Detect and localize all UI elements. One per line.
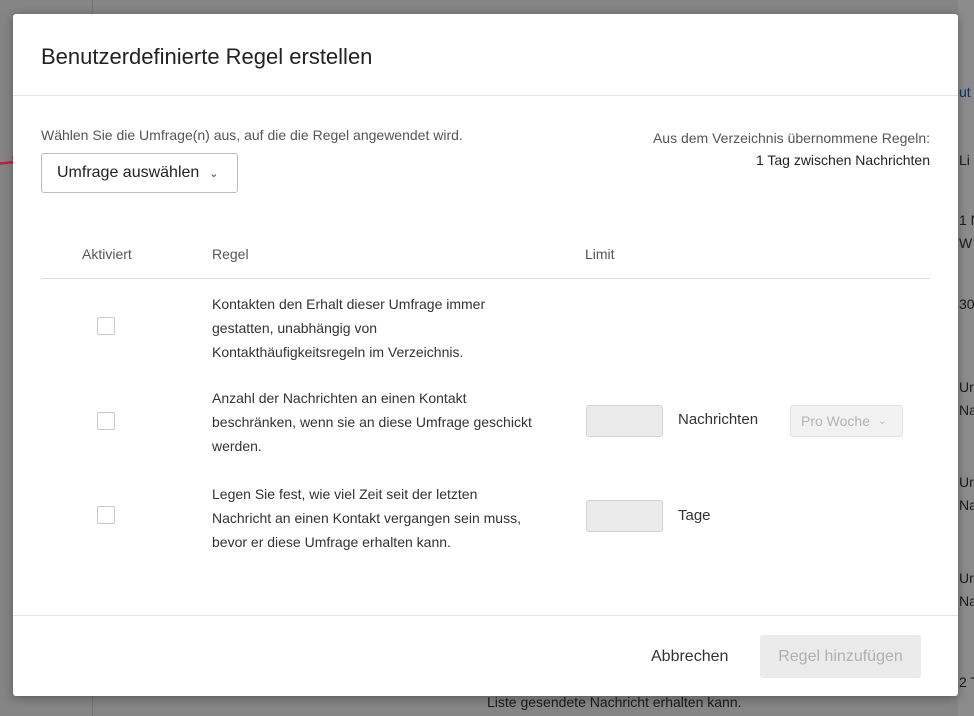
- chevron-down-icon: ⌄: [209, 167, 219, 180]
- survey-select-value: Umfrage auswählen: [57, 164, 200, 181]
- period-select-value: Pro Woche: [801, 413, 870, 429]
- rule-1-text: Kontakten den Erhalt dieser Umfrage imme…: [212, 296, 486, 360]
- footer-divider: [13, 615, 958, 616]
- rule-2-checkbox[interactable]: [97, 412, 115, 430]
- header-divider: [13, 95, 958, 96]
- dialog-title: Benutzerdefinierte Regel erstellen: [41, 44, 373, 69]
- period-select-dropdown[interactable]: Pro Woche ⌄: [790, 405, 903, 437]
- add-rule-button[interactable]: Regel hinzufügen: [760, 635, 921, 678]
- rule-3-checkbox[interactable]: [97, 506, 115, 524]
- chevron-down-icon: ⌄: [878, 415, 887, 427]
- rule-1-checkbox[interactable]: [97, 317, 115, 335]
- column-header-rule: Regel: [212, 246, 249, 262]
- column-header-enabled: Aktiviert: [82, 246, 132, 262]
- column-header-limit: Limit: [585, 246, 615, 262]
- days-unit: Tage: [678, 507, 711, 524]
- survey-select-dropdown[interactable]: Umfrage auswählen ⌄: [41, 153, 238, 193]
- inherited-rules-value: 1 Tag zwischen Nachrichten: [755, 152, 930, 168]
- message-count-unit: Nachrichten: [678, 411, 759, 428]
- days-input[interactable]: [586, 500, 663, 532]
- table-header-divider: [41, 278, 930, 279]
- survey-select-label: Wählen Sie die Umfrage(n) aus, auf die d…: [41, 127, 463, 143]
- inherited-rules-title: Aus dem Verzeichnis übernommene Regeln:: [652, 130, 930, 146]
- inherited-rules: Aus dem Verzeichnis übernommene Regeln: …: [653, 127, 930, 171]
- cancel-button[interactable]: Abbrechen: [651, 648, 728, 666]
- rule-3-text: Legen Sie fest, wie viel Zeit seit der l…: [212, 486, 521, 550]
- custom-rule-dialog: Benutzerdefinierte Regel erstellen Wähle…: [13, 14, 958, 696]
- rule-2-text: Anzahl der Nachrichten an einen Kontakt …: [212, 390, 532, 454]
- message-count-input[interactable]: [586, 405, 663, 437]
